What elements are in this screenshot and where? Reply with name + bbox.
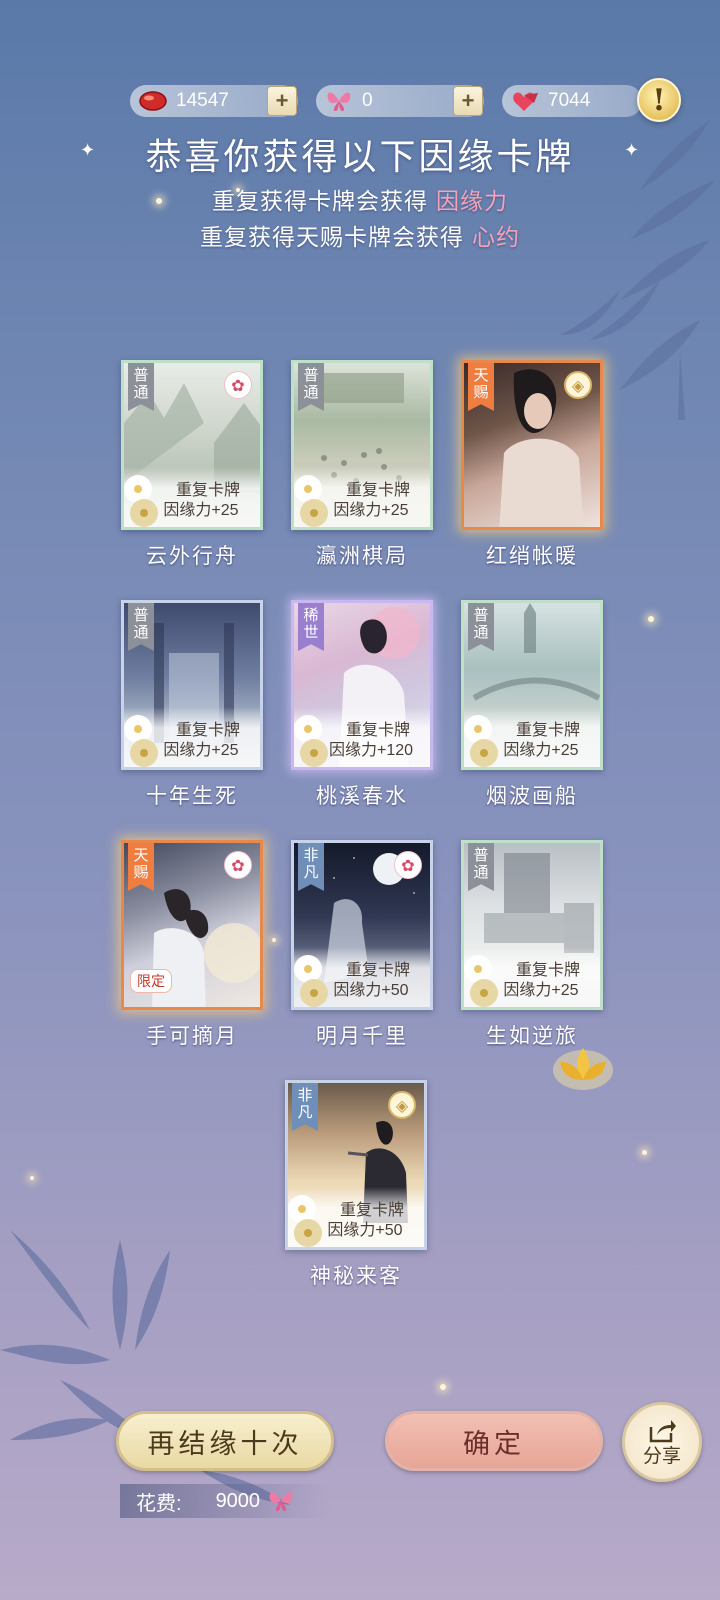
sparkle [272, 938, 276, 942]
rarity-tag: 普通 [128, 363, 154, 411]
card-name: 神秘来客 [310, 1264, 402, 1288]
sakura-badge-icon: ✿ [224, 371, 252, 399]
flower-icon [464, 715, 498, 767]
flower-icon [124, 475, 158, 527]
add-red-gem-button[interactable]: + [267, 86, 297, 116]
card-frame: 普通 重复卡牌 因缘力+25 [461, 600, 603, 770]
bamboo-decoration-bottom [0, 1230, 290, 1505]
share-icon [649, 1419, 676, 1442]
rarity-tag: 非凡 [298, 843, 324, 891]
card-name: 手可摘月 [146, 1024, 238, 1048]
diamond-ornament-right-icon: ✦ [624, 140, 640, 161]
share-label: 分享 [642, 1444, 681, 1467]
card-frame: 天赐 ◈ [461, 360, 603, 530]
sparkle [30, 1176, 34, 1180]
card-frame: 稀世 重复卡牌 因缘力+120 [291, 600, 433, 770]
card-item[interactable]: 普通 重复卡牌 因缘力+25 十年生死 [118, 600, 266, 810]
rarity-tag: 普通 [468, 603, 494, 651]
card-frame: 非凡 ◈ 重复卡牌 因缘力+50 [285, 1080, 427, 1250]
card-name: 明月千里 [316, 1024, 408, 1048]
duplicate-hint: 重复获得卡牌会获得 因缘力 [212, 189, 508, 215]
flower-icon [294, 955, 328, 1007]
flower-icon [124, 715, 158, 767]
sparkle [648, 616, 654, 622]
flower-icon [294, 475, 328, 527]
rarity-tag: 非凡 [292, 1083, 318, 1131]
flower-icon [464, 955, 498, 1007]
draw-cost: 花费: 9000 [120, 1484, 330, 1518]
rarity-tag: 普通 [128, 603, 154, 651]
sakura-badge-icon: ✿ [394, 851, 422, 879]
coin-badge-icon: ◈ [388, 1091, 416, 1119]
card-name: 红绡帐暖 [486, 544, 578, 568]
butterfly-amount: 0 [362, 90, 373, 111]
sparkle [440, 1384, 446, 1390]
card-item[interactable]: 普通 重复卡牌 因缘力+25 烟波画船 [458, 600, 606, 810]
card-item[interactable]: 普通 重复卡牌 因缘力+25 瀛洲棋局 [288, 360, 436, 570]
card-name: 瀛洲棋局 [316, 544, 408, 568]
currency-butterfly: 0 + [316, 85, 484, 117]
butterfly-icon [322, 88, 356, 114]
rarity-tag: 天赐 [468, 363, 494, 411]
heart-gem-icon [508, 88, 542, 114]
card-item[interactable]: 普通 重复卡牌 因缘力+25 生如逆旅 [458, 840, 606, 1050]
add-butterfly-button[interactable]: + [453, 86, 483, 116]
card-name: 云外行舟 [146, 544, 238, 568]
exclamation-icon: ! [652, 82, 666, 118]
cost-label: 花费: [136, 1492, 182, 1515]
confirm-button[interactable]: 确定 [385, 1411, 603, 1471]
card-name: 桃溪春水 [316, 784, 408, 808]
cost-amount: 9000 [215, 1489, 261, 1512]
gift-duplicate-hint: 重复获得天赐卡牌会获得 心约 [200, 225, 520, 251]
card-name: 烟波画船 [486, 784, 578, 808]
card-name: 十年生死 [146, 784, 238, 808]
currency-heart-gem: 7044 [502, 85, 642, 117]
rarity-tag: 天赐 [128, 843, 154, 891]
butterfly-icon [269, 1492, 293, 1511]
heart-gem-amount: 7044 [548, 90, 591, 111]
card-item[interactable]: 非凡 ◈ 重复卡牌 因缘力+50 神秘来客 [282, 1080, 430, 1290]
card-item[interactable]: 稀世 重复卡牌 因缘力+120 桃溪春水 [288, 600, 436, 810]
coin-badge-icon: ◈ [564, 371, 592, 399]
sakura-badge-icon: ✿ [224, 851, 252, 879]
card-item[interactable]: 非凡 ✿ 重复卡牌 因缘力+50 明月千里 [288, 840, 436, 1050]
page-title: 恭喜你获得以下因缘卡牌 [145, 137, 575, 178]
card-frame: 普通 ✿ 重复卡牌 因缘力+25 [121, 360, 263, 530]
card-frame: 普通 重复卡牌 因缘力+25 [461, 840, 603, 1010]
rarity-tag: 稀世 [298, 603, 324, 651]
card-frame: 天赐 ✿ 限定 [121, 840, 263, 1010]
draw-ten-again-button[interactable]: 再结缘十次 [116, 1411, 334, 1471]
card-item[interactable]: 天赐 ✿ 限定 手可摘月 [118, 840, 266, 1050]
red-gem-amount: 14547 [176, 90, 229, 111]
flower-icon [294, 715, 328, 767]
limited-badge: 限定 [130, 969, 172, 993]
share-button[interactable]: 分享 [622, 1402, 702, 1482]
currency-red-gem: 14547 + [130, 85, 298, 117]
sparkle [642, 1150, 647, 1155]
card-name: 生如逆旅 [486, 1024, 578, 1048]
red-gem-icon [136, 88, 170, 114]
card-item[interactable]: 天赐 ◈ 红绡帐暖 [458, 360, 606, 570]
notice-button[interactable]: ! [637, 78, 681, 122]
card-frame: 非凡 ✿ 重复卡牌 因缘力+50 [291, 840, 433, 1010]
card-item[interactable]: 普通 ✿ 重复卡牌 因缘力+25 云外行舟 [118, 360, 266, 570]
card-frame: 普通 重复卡牌 因缘力+25 [291, 360, 433, 530]
rarity-tag: 普通 [468, 843, 494, 891]
rarity-tag: 普通 [298, 363, 324, 411]
flower-icon [288, 1195, 322, 1247]
card-frame: 普通 重复卡牌 因缘力+25 [121, 600, 263, 770]
